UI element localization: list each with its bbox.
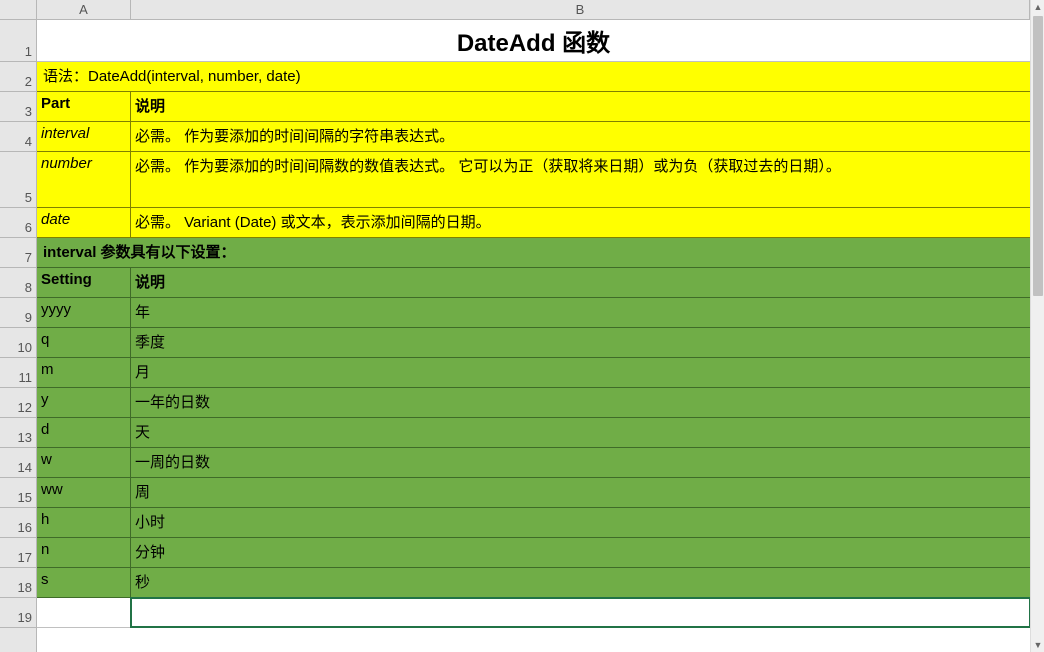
cell-w-a[interactable]: w: [37, 448, 131, 477]
cell-w-b[interactable]: 一周的日数: [131, 448, 1030, 477]
cell-date-b[interactable]: 必需。 Variant (Date) 或文本，表示添加间隔的日期。: [131, 208, 1030, 237]
row-header-5[interactable]: 5: [0, 152, 36, 208]
row-header-12[interactable]: 12: [0, 388, 36, 418]
col-header-B[interactable]: B: [131, 0, 1030, 19]
row-header-2[interactable]: 2: [0, 62, 36, 92]
cell-A19[interactable]: [37, 598, 131, 627]
row-15: ww 周: [37, 478, 1030, 508]
row-header-11[interactable]: 11: [0, 358, 36, 388]
cell-desc-label[interactable]: 说明: [131, 92, 1030, 121]
cell-part-label[interactable]: Part: [37, 92, 131, 121]
row-17: n 分钟: [37, 538, 1030, 568]
vertical-scrollbar[interactable]: ▲ ▼: [1030, 0, 1044, 652]
select-all-corner[interactable]: [0, 0, 37, 20]
row-5: number 必需。 作为要添加的时间间隔数的数值表达式。 它可以为正（获取将来…: [37, 152, 1030, 208]
scroll-up-icon[interactable]: ▲: [1031, 0, 1044, 14]
row-13: d 天: [37, 418, 1030, 448]
row-10: q 季度: [37, 328, 1030, 358]
row-header-16[interactable]: 16: [0, 508, 36, 538]
row-8: Setting 说明: [37, 268, 1030, 298]
row-header-8[interactable]: 8: [0, 268, 36, 298]
row-2: 语法：DateAdd(interval, number, date): [37, 62, 1030, 92]
row-9: yyyy 年: [37, 298, 1030, 328]
row-3: Part 说明: [37, 92, 1030, 122]
spreadsheet: A B 1 2 3 4 5 6 7 8 9 10 11 12 13 14 15 …: [0, 0, 1044, 652]
row-header-18[interactable]: 18: [0, 568, 36, 598]
cell-d-a[interactable]: d: [37, 418, 131, 447]
cell-setting-desc-label[interactable]: 说明: [131, 268, 1030, 297]
cell-date-a[interactable]: date: [37, 208, 131, 237]
cell-interval-b[interactable]: 必需。 作为要添加的时间间隔的字符串表达式。: [131, 122, 1030, 151]
cell-grid: DateAdd 函数 语法：DateAdd(interval, number, …: [37, 20, 1030, 652]
col-header-A[interactable]: A: [37, 0, 131, 19]
cell-n-b[interactable]: 分钟: [131, 538, 1030, 567]
row-header-4[interactable]: 4: [0, 122, 36, 152]
cell-interval-heading[interactable]: interval 参数具有以下设置：: [37, 238, 1030, 267]
cell-n-a[interactable]: n: [37, 538, 131, 567]
cell-q-b[interactable]: 季度: [131, 328, 1030, 357]
row-6: date 必需。 Variant (Date) 或文本，表示添加间隔的日期。: [37, 208, 1030, 238]
row-header-13[interactable]: 13: [0, 418, 36, 448]
cell-yyyy-b[interactable]: 年: [131, 298, 1030, 327]
cell-ww-a[interactable]: ww: [37, 478, 131, 507]
cell-d-b[interactable]: 天: [131, 418, 1030, 447]
row-header-7[interactable]: 7: [0, 238, 36, 268]
cell-h-a[interactable]: h: [37, 508, 131, 537]
row-header-3[interactable]: 3: [0, 92, 36, 122]
cell-title[interactable]: DateAdd 函数: [37, 20, 1030, 61]
row-header-9[interactable]: 9: [0, 298, 36, 328]
cell-s-b[interactable]: 秒: [131, 568, 1030, 597]
cell-ww-b[interactable]: 周: [131, 478, 1030, 507]
row-7: interval 参数具有以下设置：: [37, 238, 1030, 268]
cell-yyyy-a[interactable]: yyyy: [37, 298, 131, 327]
row-18: s 秒: [37, 568, 1030, 598]
cell-h-b[interactable]: 小时: [131, 508, 1030, 537]
row-19: [37, 598, 1030, 628]
row-header-14[interactable]: 14: [0, 448, 36, 478]
cell-m-b[interactable]: 月: [131, 358, 1030, 387]
cell-setting-label[interactable]: Setting: [37, 268, 131, 297]
row-11: m 月: [37, 358, 1030, 388]
cell-syntax[interactable]: 语法：DateAdd(interval, number, date): [37, 62, 1030, 91]
row-4: interval 必需。 作为要添加的时间间隔的字符串表达式。: [37, 122, 1030, 152]
cell-s-a[interactable]: s: [37, 568, 131, 597]
cell-number-b[interactable]: 必需。 作为要添加的时间间隔数的数值表达式。 它可以为正（获取将来日期）或为负（…: [131, 152, 1030, 207]
cell-number-a[interactable]: number: [37, 152, 131, 207]
cell-B19-active[interactable]: [131, 598, 1030, 627]
cell-y-b[interactable]: 一年的日数: [131, 388, 1030, 417]
column-headers: A B: [37, 0, 1030, 20]
row-14: w 一周的日数: [37, 448, 1030, 478]
cell-y-a[interactable]: y: [37, 388, 131, 417]
scroll-down-icon[interactable]: ▼: [1031, 638, 1044, 652]
row-header-6[interactable]: 6: [0, 208, 36, 238]
row-header-19[interactable]: 19: [0, 598, 36, 628]
row-header-17[interactable]: 17: [0, 538, 36, 568]
row-header-10[interactable]: 10: [0, 328, 36, 358]
row-header-15[interactable]: 15: [0, 478, 36, 508]
row-16: h 小时: [37, 508, 1030, 538]
row-header-1[interactable]: 1: [0, 20, 36, 62]
row-12: y 一年的日数: [37, 388, 1030, 418]
scroll-thumb[interactable]: [1033, 16, 1043, 296]
cell-m-a[interactable]: m: [37, 358, 131, 387]
cell-interval-a[interactable]: interval: [37, 122, 131, 151]
row-headers: 1 2 3 4 5 6 7 8 9 10 11 12 13 14 15 16 1…: [0, 20, 37, 652]
row-1: DateAdd 函数: [37, 20, 1030, 62]
cell-q-a[interactable]: q: [37, 328, 131, 357]
